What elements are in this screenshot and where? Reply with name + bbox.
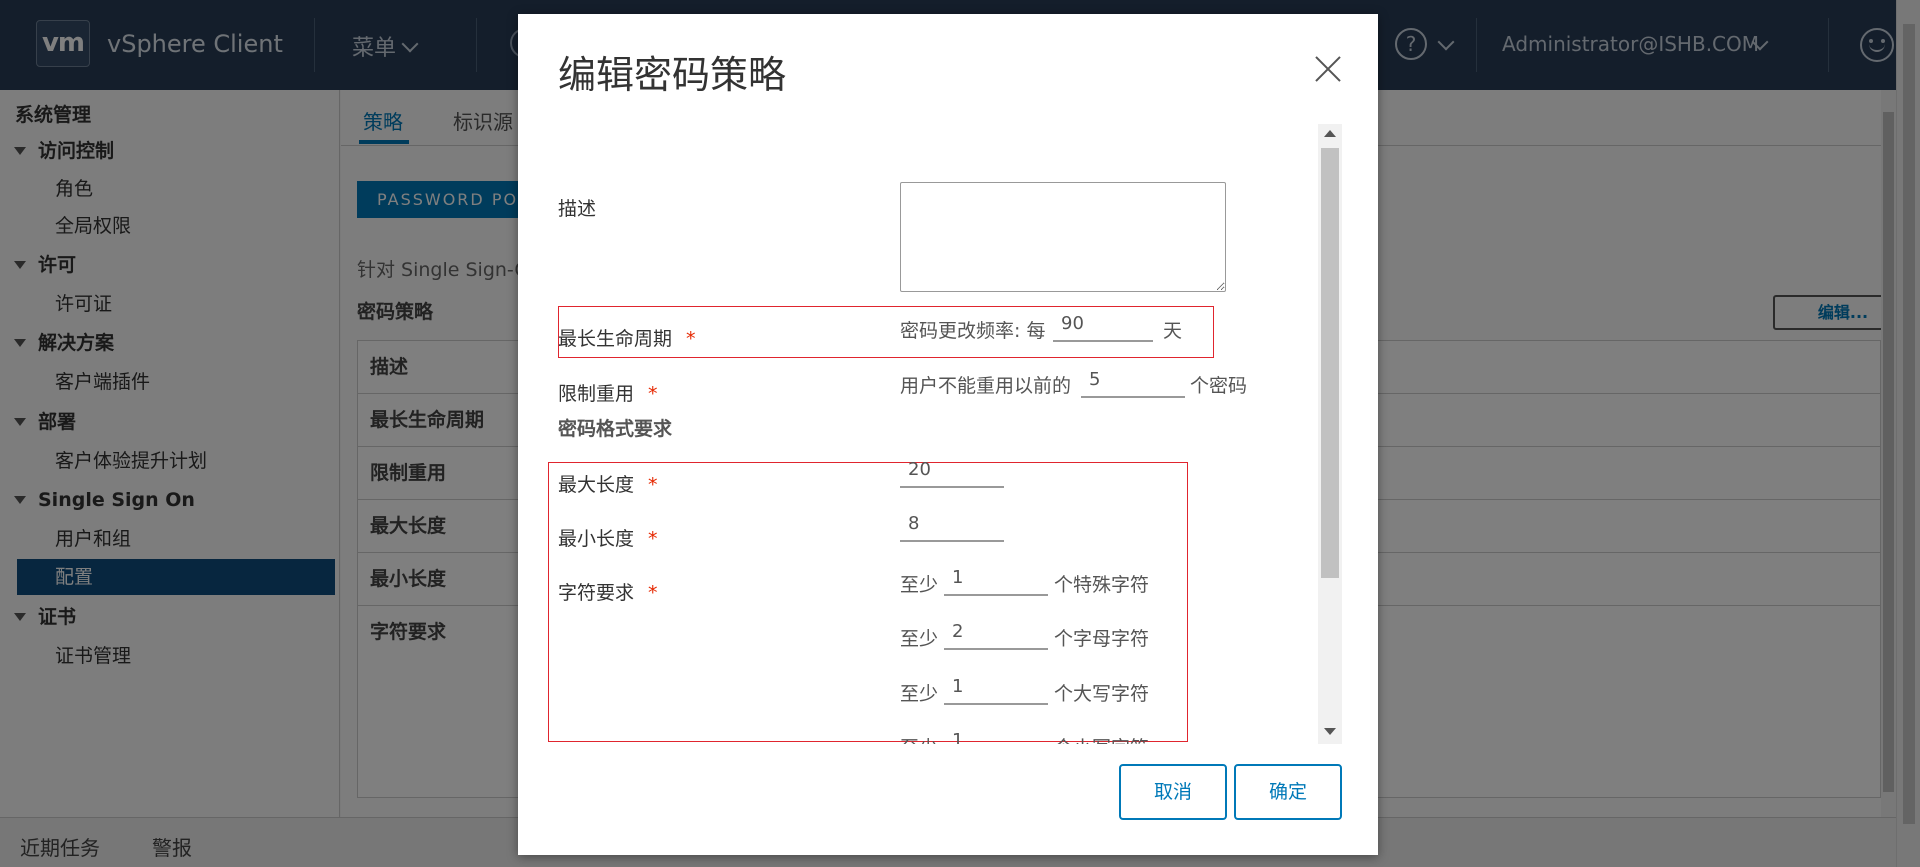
dialog-body: 描述 最长生命周期 * 密码更改频率: 每 天 限制重用 * 用户不能重用以前的 个… [518, 124, 1378, 744]
max-length-label: 最大长度 * [558, 470, 658, 497]
at-least-label: 至少 [900, 683, 939, 705]
special-chars-suffix: 个特殊字符 [1054, 574, 1150, 596]
reuse-input[interactable] [1081, 362, 1185, 398]
max-lifetime-label-text: 最长生命周期 [558, 328, 673, 350]
cancel-button[interactable]: 取消 [1119, 764, 1227, 820]
edit-password-policy-dialog: 编辑密码策略 描述 最长生命周期 * 密码更改频率: 每 天 限制重用 * 用户不能… [518, 14, 1378, 855]
alpha-chars-input[interactable] [944, 614, 1048, 650]
at-least-label: 至少 [900, 733, 938, 744]
scroll-up-icon[interactable] [1324, 130, 1336, 137]
alpha-chars-suffix: 个字母字符 [1054, 628, 1150, 650]
dialog-scrollbar[interactable] [1318, 124, 1342, 744]
min-length-label-text: 最小长度 [558, 528, 635, 550]
max-length-input[interactable] [900, 452, 1004, 488]
dialog-title: 编辑密码策略 [558, 53, 787, 97]
reuse-label: 限制重用 * [558, 379, 658, 406]
min-length-input[interactable] [900, 506, 1004, 542]
required-asterisk: * [648, 528, 658, 550]
char-requirements-label: 字符要求 * [558, 578, 658, 605]
required-asterisk: * [648, 582, 658, 604]
description-field[interactable] [900, 182, 1226, 292]
max-lifetime-suffix: 天 [1163, 320, 1183, 342]
min-length-label: 最小长度 * [558, 524, 658, 551]
lower-chars-input[interactable] [944, 723, 1048, 744]
reuse-prefix: 用户不能重用以前的 [900, 375, 1072, 397]
lower-chars-suffix: 个小写字符 [1054, 733, 1149, 744]
format-requirements-heading: 密码格式要求 [558, 418, 673, 440]
reuse-suffix: 个密码 [1190, 375, 1248, 397]
required-asterisk: * [648, 383, 658, 405]
max-lifetime-input[interactable] [1053, 306, 1153, 342]
max-length-label-text: 最大长度 [558, 474, 635, 496]
required-asterisk: * [686, 328, 696, 350]
reuse-label-text: 限制重用 [558, 383, 635, 405]
char-requirements-label-text: 字符要求 [558, 582, 635, 604]
upper-chars-input[interactable] [944, 669, 1048, 705]
close-icon[interactable] [1313, 54, 1343, 84]
upper-chars-suffix: 个大写字符 [1054, 683, 1150, 705]
max-lifetime-prefix: 密码更改频率: 每 [900, 320, 1046, 342]
special-chars-input[interactable] [944, 560, 1048, 596]
ok-button[interactable]: 确定 [1234, 764, 1342, 820]
required-asterisk: * [648, 474, 658, 496]
scrollbar-thumb[interactable] [1321, 148, 1339, 578]
description-label: 描述 [558, 198, 597, 220]
at-least-label: 至少 [900, 628, 939, 650]
at-least-label: 至少 [900, 574, 939, 596]
max-lifetime-label: 最长生命周期 * [558, 324, 696, 351]
scroll-down-icon[interactable] [1324, 728, 1336, 735]
